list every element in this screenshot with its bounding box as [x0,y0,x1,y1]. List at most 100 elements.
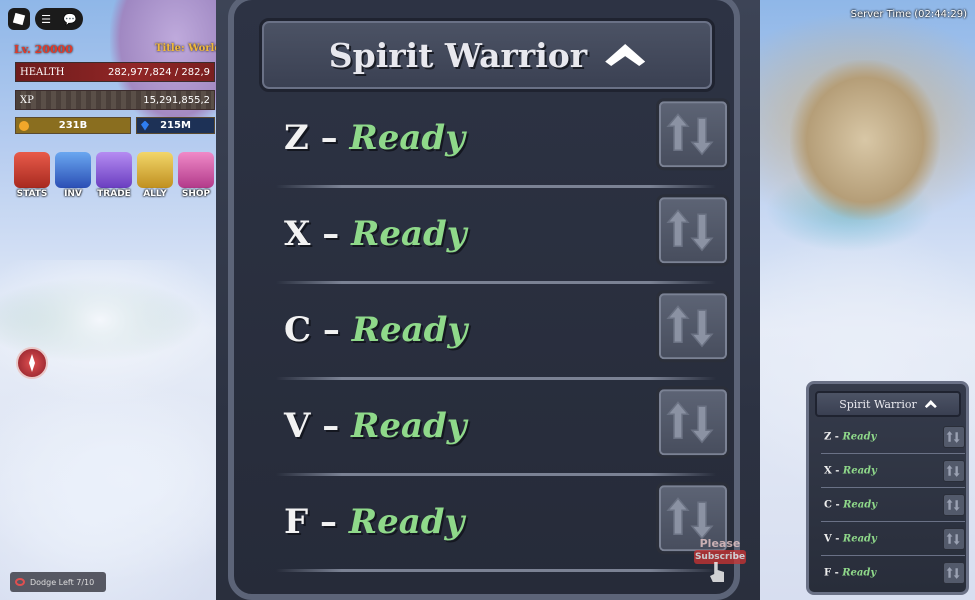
gem-value: 215M [160,120,191,131]
mini-skill-status: Ready [842,567,877,579]
mini-skill-key: C [824,499,832,511]
stats-label: STATS [16,189,48,199]
skill-status: Ready [348,502,465,542]
ally-icon [137,152,173,188]
mini-skill-row-c: C - Ready [821,488,965,522]
swap-arrows-icon [946,465,960,477]
hamburger-icon[interactable]: ☰ [41,13,51,26]
swap-arrows-icon [666,209,714,252]
skill-row-f: F – Ready [276,476,730,572]
snow-hill [0,260,215,600]
inventory-button[interactable]: INV [55,152,91,199]
swap-skill-button[interactable] [656,290,730,363]
subscribe-line2: Subscribe [694,550,746,564]
roblox-logo-icon [12,12,26,26]
mini-swap-skill-button[interactable] [943,562,965,584]
mini-swap-skill-button[interactable] [943,426,965,448]
shop-icon [178,152,214,188]
subscribe-overlay: Please Subscribe [694,538,746,574]
skill-text: Z – Ready [284,118,465,158]
swap-arrows-icon [666,305,714,348]
skill-key: X [284,214,311,254]
skill-text: C – Ready [284,310,468,350]
xp-label: XP [20,94,34,106]
chat-icon[interactable]: 💬 [63,13,77,26]
gem-icon [141,120,149,131]
skill-text: X – Ready [284,214,467,254]
gold-value: 231B [58,120,88,131]
mini-skill-text: F - Ready [824,567,877,579]
stats-icon [14,152,50,188]
skill-panel-header[interactable]: Spirit Warrior [259,18,715,92]
skill-status: Ready [351,310,468,350]
swap-arrows-icon [666,113,714,156]
mini-skill-row-x: X - Ready [821,454,965,488]
swap-arrows-icon [946,431,960,443]
health-bar: HEALTH 282,977,824 / 282,9 [15,62,215,82]
swap-arrows-icon [666,497,714,540]
swap-skill-button[interactable] [656,386,730,459]
mini-skill-status: Ready [843,499,878,511]
mini-skill-row-v: V - Ready [821,522,965,556]
skill-panel: Spirit Warrior Z – Ready X – Ready C – R… [216,0,760,600]
skill-status: Ready [351,214,467,254]
trade-icon [96,152,132,188]
health-label: HEALTH [20,66,65,78]
swap-arrows-icon [946,533,960,545]
row-separator [276,569,716,572]
skill-text: V – Ready [284,406,467,446]
mini-skill-panel-header[interactable]: Spirit Warrior [815,391,961,417]
mini-skill-text: Z - Ready [824,431,877,443]
mini-swap-skill-button[interactable] [943,460,965,482]
health-value: 282,977,824 / 282,9 [108,66,210,78]
skill-row-v: V – Ready [276,380,730,476]
swap-arrows-icon [666,401,714,444]
mini-swap-skill-button[interactable] [943,494,965,516]
swap-skill-button[interactable] [656,98,730,171]
dodge-label: Dodge Left 7/10 [30,577,95,587]
mini-skill-status: Ready [842,465,877,477]
stats-button[interactable]: STATS [14,152,50,199]
rock-formation [790,60,940,220]
fighting-style-name: Spirit Warrior [328,35,588,75]
skill-key: F [284,502,309,542]
skill-row-c: C – Ready [276,284,730,380]
gold-counter: 231B [15,117,131,134]
shop-label: SHOP [181,189,211,199]
mini-skill-key: V [824,533,832,545]
skill-row-x: X – Ready [276,188,730,284]
mini-swap-skill-button[interactable] [943,528,965,550]
mini-skill-text: X - Ready [824,465,877,477]
skill-status: Ready [349,118,465,158]
player-level: Lv. 20000 [14,43,73,56]
mini-skill-row-f: F - Ready [821,556,965,590]
ally-button[interactable]: ALLY [137,152,173,199]
compass-icon[interactable] [16,347,48,379]
shop-button[interactable]: SHOP [178,152,214,199]
mini-skill-text: V - Ready [824,533,877,545]
menu-chat-pill[interactable]: ☰ 💬 [35,8,83,30]
inventory-icon [55,152,91,188]
skill-text: F – Ready [284,502,465,542]
xp-value: 15,291,855,2 [143,94,210,106]
swap-arrows-icon [946,499,960,511]
trade-label: TRADE [97,189,131,199]
ally-label: ALLY [143,189,167,199]
trade-button[interactable]: TRADE [96,152,132,199]
collapse-chevron-icon[interactable] [605,42,645,68]
mini-skill-text: C - Ready [824,499,878,511]
skill-row-z: Z – Ready [276,92,730,188]
mini-skill-panel: Spirit Warrior Z - Ready X - Ready C - R… [806,381,969,595]
mini-collapse-chevron-icon[interactable] [924,400,937,408]
subscribe-line1: Please [699,537,741,550]
hud-button-row: STATS INV TRADE ALLY SHOP [14,152,214,199]
swap-arrows-icon [946,567,960,579]
roblox-menu-button[interactable] [8,8,30,30]
dodge-counter: Dodge Left 7/10 [10,572,106,592]
skill-status: Ready [351,406,467,446]
skill-key: C [284,310,312,350]
swap-skill-button[interactable] [656,194,730,267]
eye-icon [15,578,25,586]
mini-skill-status: Ready [842,533,877,545]
gem-counter: 215M [136,117,215,134]
